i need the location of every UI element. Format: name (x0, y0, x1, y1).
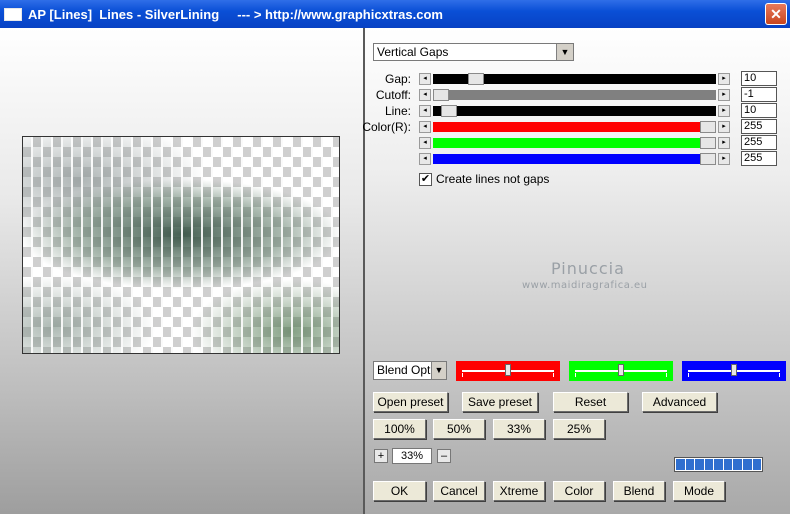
zoom-out-button[interactable]: – (437, 449, 451, 463)
zoom-value: 33% (392, 448, 432, 464)
title-bar: AP [Lines] Lines - SilverLining --- > ht… (0, 0, 790, 28)
open-preset-button[interactable]: Open preset (373, 392, 448, 412)
value-field-line[interactable]: 10 (741, 103, 777, 118)
checkmark-icon: ✔ (420, 173, 431, 185)
watermark-url: www.maidiragrafica.eu (522, 280, 648, 291)
chevron-down-icon[interactable]: ▼ (556, 44, 573, 60)
chevron-left-icon[interactable]: ◂ (419, 153, 431, 165)
progress-segment (676, 459, 685, 470)
blend-red-slider[interactable] (456, 361, 560, 381)
progress-segment (695, 459, 704, 470)
chevron-left-icon[interactable]: ◂ (419, 105, 431, 117)
progress-segment (714, 459, 723, 470)
chevron-left-icon[interactable]: ◂ (419, 137, 431, 149)
app-icon (4, 7, 22, 21)
chevron-left-icon[interactable]: ◂ (419, 73, 431, 85)
slider-line[interactable]: ◂ ▸ (419, 105, 730, 117)
reset-button[interactable]: Reset (553, 392, 628, 412)
value-field-cutoff[interactable]: -1 (741, 87, 777, 102)
slider-thumb[interactable] (441, 105, 457, 117)
slider-thumb[interactable] (731, 364, 737, 376)
zoom-50-button[interactable]: 50% (433, 419, 485, 439)
value-field-color-g[interactable]: 255 (741, 135, 777, 150)
save-preset-button[interactable]: Save preset (462, 392, 538, 412)
mode-select[interactable]: Vertical Gaps ▼ (373, 43, 574, 61)
watermark-name: Pinuccia (551, 259, 625, 278)
slider-thumb[interactable] (700, 121, 716, 133)
slider-track[interactable] (433, 90, 716, 100)
mode-button[interactable]: Mode (673, 481, 725, 501)
close-icon[interactable]: ✕ (765, 3, 787, 25)
slider-track[interactable] (433, 138, 716, 148)
chevron-left-icon[interactable]: ◂ (419, 121, 431, 133)
preview-image[interactable] (22, 136, 340, 354)
slider-color-b[interactable]: ◂ ▸ (419, 153, 730, 165)
slider-thumb[interactable] (700, 137, 716, 149)
zoom-100-button[interactable]: 100% (373, 419, 426, 439)
slider-track[interactable] (433, 154, 716, 164)
chevron-left-icon[interactable]: ◂ (419, 89, 431, 101)
blend-select[interactable]: Blend Optio ▼ (373, 361, 447, 380)
value-field-color-r[interactable]: 255 (741, 119, 777, 134)
slider-thumb[interactable] (433, 89, 449, 101)
zoom-33-button[interactable]: 33% (493, 419, 545, 439)
slider-thumb[interactable] (468, 73, 484, 85)
slider-thumb[interactable] (700, 153, 716, 165)
cancel-button[interactable]: Cancel (433, 481, 485, 501)
color-button[interactable]: Color (553, 481, 605, 501)
create-lines-label: Create lines not gaps (436, 172, 550, 186)
slider-color-g[interactable]: ◂ ▸ (419, 137, 730, 149)
blend-blue-slider[interactable] (682, 361, 786, 381)
progress-segment (752, 459, 762, 470)
zoom-in-button[interactable]: + (374, 449, 388, 463)
blend-green-slider[interactable] (569, 361, 673, 381)
slider-thumb[interactable] (618, 364, 624, 376)
progress-segment (704, 459, 714, 470)
chevron-right-icon[interactable]: ▸ (718, 121, 730, 133)
progress-segment (742, 459, 752, 470)
slider-track[interactable] (433, 122, 716, 132)
window-title: AP [Lines] Lines - SilverLining --- > ht… (28, 6, 443, 22)
chevron-right-icon[interactable]: ▸ (718, 73, 730, 85)
progress-segment (685, 459, 695, 470)
progress-bar (674, 457, 763, 472)
slider-track[interactable] (433, 106, 716, 116)
mode-select-value: Vertical Gaps (377, 45, 449, 59)
slider-label-line: Line: (384, 104, 411, 118)
zoom-25-button[interactable]: 25% (553, 419, 605, 439)
slider-cutoff[interactable]: ◂ ▸ (419, 89, 730, 101)
chevron-right-icon[interactable]: ▸ (718, 137, 730, 149)
blend-button[interactable]: Blend (613, 481, 665, 501)
slider-color-r[interactable]: ◂ ▸ (419, 121, 730, 133)
slider-label-gap: Gap: (384, 72, 411, 86)
value-field-gap[interactable]: 10 (741, 71, 777, 86)
chevron-down-icon[interactable]: ▼ (431, 362, 446, 379)
progress-segment (733, 459, 742, 470)
preview-lines (23, 137, 339, 353)
slider-label-color-r: Color(R): (362, 120, 411, 134)
advanced-button[interactable]: Advanced (642, 392, 717, 412)
slider-gap[interactable]: ◂ ▸ (419, 73, 730, 85)
value-field-color-b[interactable]: 255 (741, 151, 777, 166)
xtreme-button[interactable]: Xtreme (493, 481, 545, 501)
chevron-right-icon[interactable]: ▸ (718, 89, 730, 101)
progress-segment (723, 459, 733, 470)
slider-thumb[interactable] (505, 364, 511, 376)
ok-button[interactable]: OK (373, 481, 426, 501)
chevron-right-icon[interactable]: ▸ (718, 153, 730, 165)
create-lines-checkbox[interactable]: ✔ (419, 173, 432, 186)
slider-label-cutoff: Cutoff: (375, 88, 411, 102)
chevron-right-icon[interactable]: ▸ (718, 105, 730, 117)
